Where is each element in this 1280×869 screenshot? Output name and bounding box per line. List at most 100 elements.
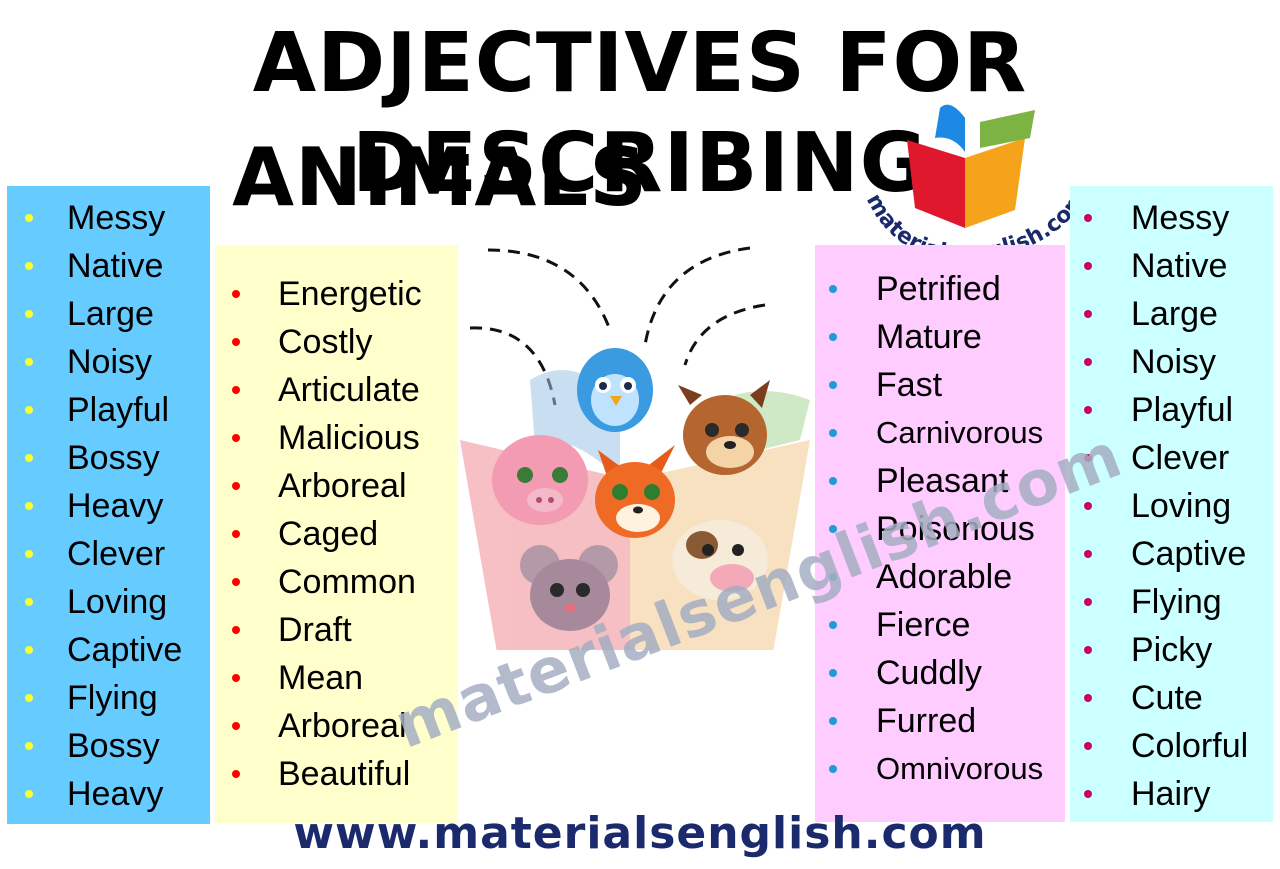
bird-icon xyxy=(577,348,653,432)
adjective-label: Articulate xyxy=(278,371,420,409)
bullet-icon xyxy=(25,262,33,270)
bullet-icon xyxy=(25,406,33,414)
bullet-icon xyxy=(25,742,33,750)
bullet-icon xyxy=(829,765,837,773)
adjective-label: Energetic xyxy=(278,275,422,313)
adjective-label: Fierce xyxy=(876,606,971,644)
adjective-item: Arboreal xyxy=(215,462,458,510)
bullet-icon xyxy=(25,502,33,510)
adjective-label: Picky xyxy=(1131,631,1213,669)
adjective-item: Large xyxy=(7,290,210,338)
bullet-icon xyxy=(232,674,240,682)
adjective-label: Native xyxy=(1131,247,1228,285)
bullet-icon xyxy=(25,790,33,798)
bullet-icon xyxy=(829,381,837,389)
bullet-icon xyxy=(25,310,33,318)
bullet-icon xyxy=(232,626,240,634)
adjective-label: Large xyxy=(1131,295,1218,333)
adjective-item: Caged xyxy=(215,510,458,558)
adjective-item: Flying xyxy=(7,674,210,722)
bullet-icon xyxy=(232,578,240,586)
adjective-label: Draft xyxy=(278,611,352,649)
adjective-label: Colorful xyxy=(1131,727,1249,765)
bullet-icon xyxy=(232,434,240,442)
adjective-label: Cuddly xyxy=(876,654,982,692)
bullet-icon xyxy=(25,214,33,222)
adjective-label: Carnivorous xyxy=(876,415,1044,450)
adjective-item: Messy xyxy=(7,194,210,242)
bullet-icon xyxy=(232,338,240,346)
adjective-item: Captive xyxy=(7,626,210,674)
adjective-item: Energetic xyxy=(215,270,458,318)
adjective-label: Clever xyxy=(1131,439,1230,477)
bullet-icon xyxy=(1084,598,1092,606)
adjective-item: Fast xyxy=(815,361,1065,409)
bullet-icon xyxy=(829,717,837,725)
pig-icon xyxy=(492,435,588,525)
adjective-item: Omnivorous xyxy=(815,745,1065,793)
adjective-item: Cuddly xyxy=(815,649,1065,697)
book-logo-icon xyxy=(907,104,1035,228)
bullet-icon xyxy=(232,722,240,730)
fox-icon xyxy=(595,445,675,538)
adjective-label: Noisy xyxy=(1131,343,1217,381)
adjective-label: Bossy xyxy=(67,727,160,765)
adjective-item: Large xyxy=(1070,290,1273,338)
adjective-label: Clever xyxy=(67,535,166,573)
bullet-icon xyxy=(25,646,33,654)
adjective-label: Fast xyxy=(876,366,943,404)
adjective-item: Malicious xyxy=(215,414,458,462)
adjective-item: Captive xyxy=(1070,530,1273,578)
adjective-label: Noisy xyxy=(67,343,153,381)
adjective-item: Native xyxy=(1070,242,1273,290)
adjective-label: Common xyxy=(278,563,416,601)
adjective-item: Messy xyxy=(1070,194,1273,242)
bullet-icon xyxy=(829,477,837,485)
adjective-label: Arboreal xyxy=(278,467,407,505)
adjective-label: Heavy xyxy=(67,487,164,525)
bullet-icon xyxy=(829,621,837,629)
bullet-icon xyxy=(1084,742,1092,750)
adjective-column-4: Messy Native Large Noisy Playful Clever Loving… xyxy=(1070,186,1273,822)
adjective-label: Playful xyxy=(67,391,170,429)
adjective-item: Articulate xyxy=(215,366,458,414)
bullet-icon xyxy=(1084,790,1092,798)
bullet-icon xyxy=(232,482,240,490)
bullet-icon xyxy=(25,598,33,606)
adjective-item: Heavy xyxy=(7,482,210,530)
adjective-label: Mean xyxy=(278,659,364,697)
adjective-item: Draft xyxy=(215,606,458,654)
adjective-item: Common xyxy=(215,558,458,606)
adjective-item: Flying xyxy=(1070,578,1273,626)
adjective-label: Loving xyxy=(67,583,168,621)
dog-icon xyxy=(678,380,770,475)
adjective-item: Noisy xyxy=(7,338,210,386)
adjective-label: Beautiful xyxy=(278,755,411,793)
adjective-item: Bossy xyxy=(7,434,210,482)
bullet-icon xyxy=(1084,262,1092,270)
adjective-label: Petrified xyxy=(876,270,1001,308)
adjective-label: Captive xyxy=(1131,535,1247,573)
bullet-icon xyxy=(1084,214,1092,222)
bullet-icon xyxy=(232,290,240,298)
adjective-label: Cute xyxy=(1131,679,1203,717)
adjective-label: Bossy xyxy=(67,439,160,477)
adjective-label: Flying xyxy=(1131,583,1222,621)
adjective-item: Clever xyxy=(7,530,210,578)
adjective-item: Playful xyxy=(7,386,210,434)
adjective-item: Fierce xyxy=(815,601,1065,649)
bullet-icon xyxy=(25,550,33,558)
adjective-item: Mature xyxy=(815,313,1065,361)
adjective-item: Bossy xyxy=(7,722,210,770)
adjective-label: Flying xyxy=(67,679,158,717)
materialsenglish-logo: materialsenglish.com xyxy=(861,104,1092,260)
footer-website-link[interactable]: www.materialsenglish.com xyxy=(0,808,1280,859)
adjective-label: Large xyxy=(67,295,154,333)
bullet-icon xyxy=(829,333,837,341)
bullet-icon xyxy=(25,694,33,702)
adjective-item: Petrified xyxy=(815,265,1065,313)
bullet-icon xyxy=(829,429,837,437)
adjective-label: Omnivorous xyxy=(876,751,1044,786)
adjective-label: Messy xyxy=(1131,199,1230,237)
bullet-icon xyxy=(1084,550,1092,558)
